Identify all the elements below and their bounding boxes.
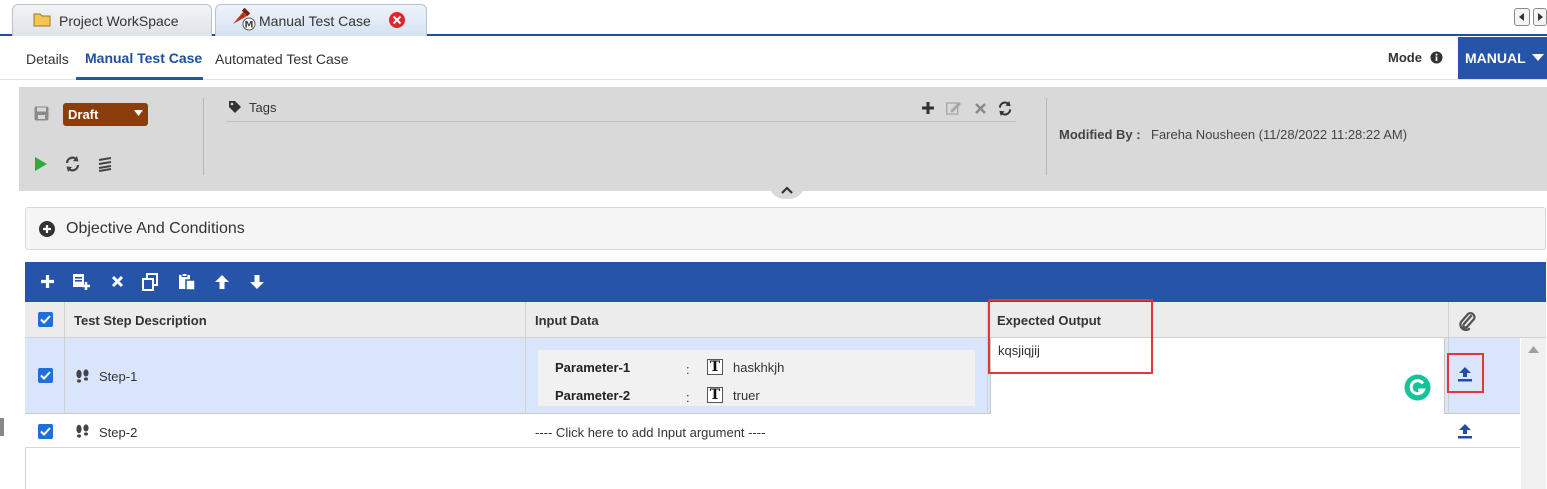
tab-project-workspace[interactable]: Project WorkSpace xyxy=(12,4,212,36)
highlight-upload-button xyxy=(1447,353,1484,393)
manual-test-icon: M xyxy=(230,8,256,32)
grid-vertical-scrollbar[interactable] xyxy=(1521,338,1546,489)
tab-manual-test-case[interactable]: M Manual Test Case xyxy=(215,4,427,36)
save-icon[interactable] xyxy=(34,106,49,121)
step-label: Step-1 xyxy=(99,369,138,384)
left-edge-splitter[interactable] xyxy=(0,418,4,436)
tags-underline xyxy=(226,121,1016,122)
text-type-icon: T xyxy=(707,359,723,375)
copy-step-icon[interactable] xyxy=(141,273,159,291)
status-dropdown[interactable]: Draft xyxy=(63,103,148,126)
insert-step-icon[interactable] xyxy=(72,273,91,291)
tab-manual-test-case-active[interactable]: Manual Test Case xyxy=(85,50,202,66)
attachment-paperclip-icon xyxy=(1458,311,1476,331)
modified-by-label: Modified By : xyxy=(1059,127,1141,142)
table-row[interactable]: Step-2 ---- Click here to add Input argu… xyxy=(25,414,1520,448)
panel-divider xyxy=(203,98,204,175)
objective-and-conditions-section[interactable]: Objective And Conditions xyxy=(25,207,1546,250)
upload-attachment-icon[interactable] xyxy=(1457,423,1473,439)
highlight-expected-output xyxy=(988,299,1153,374)
status-value: Draft xyxy=(68,107,99,122)
grid-toolbar xyxy=(25,262,1546,302)
folder-icon xyxy=(33,12,51,27)
remove-tag-icon[interactable] xyxy=(975,103,986,114)
refresh-icon[interactable] xyxy=(64,156,81,172)
grid-left-border xyxy=(25,448,26,489)
tab-details[interactable]: Details xyxy=(26,51,69,67)
layers-icon[interactable] xyxy=(97,157,113,172)
mode-value: MANUAL xyxy=(1465,50,1526,66)
caret-down-icon xyxy=(134,110,143,117)
grammarly-icon[interactable] xyxy=(1404,374,1431,401)
tab-label: Manual Test Case xyxy=(259,13,371,29)
add-tag-icon[interactable] xyxy=(921,101,935,115)
mode-dropdown-button[interactable]: MANUAL xyxy=(1458,37,1547,79)
expand-plus-icon[interactable] xyxy=(39,221,55,237)
parameter-name: Parameter-2 xyxy=(555,388,631,403)
panel-divider xyxy=(1046,98,1047,175)
move-down-arrow-icon[interactable] xyxy=(249,274,265,290)
parameter-value[interactable]: haskhkjh xyxy=(733,360,784,375)
info-icon[interactable] xyxy=(1430,51,1443,64)
row-checkbox[interactable] xyxy=(38,368,53,383)
tag-icon xyxy=(228,100,242,114)
step-label: Step-2 xyxy=(99,425,138,440)
parameter-value[interactable]: truer xyxy=(733,388,760,403)
edit-tag-icon[interactable] xyxy=(946,101,962,115)
objective-label: Objective And Conditions xyxy=(66,220,245,237)
caret-down-icon xyxy=(1532,54,1544,62)
column-header-description[interactable]: Test Step Description xyxy=(74,313,207,328)
footsteps-icon xyxy=(75,369,91,384)
run-icon[interactable] xyxy=(34,157,48,171)
tags-label: Tags xyxy=(249,100,277,115)
add-step-icon[interactable] xyxy=(40,274,55,289)
grid-header: Test Step Description Input Data Expecte… xyxy=(25,302,1546,338)
refresh-tags-icon[interactable] xyxy=(997,101,1013,116)
add-input-argument-link[interactable]: ---- Click here to add Input argument --… xyxy=(535,425,765,440)
parameter-separator: : xyxy=(686,362,690,377)
scroll-up-arrow-icon[interactable] xyxy=(1528,346,1539,353)
paste-step-icon[interactable] xyxy=(178,273,196,291)
select-all-checkbox[interactable] xyxy=(38,312,53,327)
column-header-input-data[interactable]: Input Data xyxy=(535,313,599,328)
svg-text:M: M xyxy=(245,21,254,31)
footsteps-icon xyxy=(75,424,91,439)
mode-label: Mode xyxy=(1388,50,1422,65)
text-type-icon: T xyxy=(707,387,723,403)
parameter-name: Parameter-1 xyxy=(555,360,631,375)
tab-label: Project WorkSpace xyxy=(59,13,179,29)
close-tab-icon[interactable] xyxy=(388,11,406,29)
parameter-separator: : xyxy=(686,390,690,405)
modified-by-value: Fareha Nousheen (11/28/2022 11:28:22 AM) xyxy=(1151,127,1408,142)
tab-scroll-left-button[interactable] xyxy=(1514,8,1530,26)
move-up-arrow-icon[interactable] xyxy=(214,274,230,290)
active-tab-indicator xyxy=(76,77,203,80)
delete-step-icon[interactable] xyxy=(111,275,124,288)
row-checkbox[interactable] xyxy=(38,424,53,439)
collapse-panel-button[interactable] xyxy=(769,183,805,199)
chevron-up-icon xyxy=(781,186,793,194)
tab-scroll-right-button[interactable] xyxy=(1533,8,1547,26)
tab-automated-test-case[interactable]: Automated Test Case xyxy=(215,51,349,67)
